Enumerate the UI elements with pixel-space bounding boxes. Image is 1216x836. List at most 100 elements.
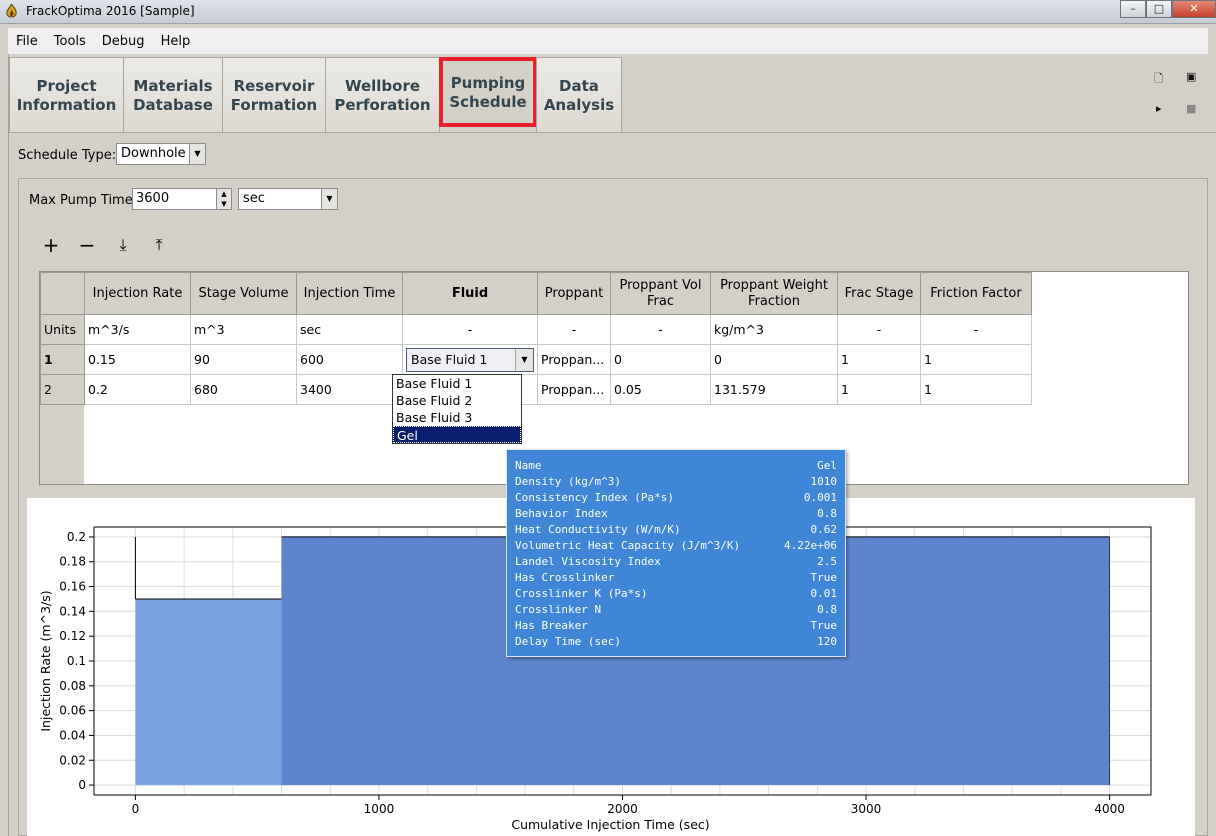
remove-row-icon[interactable]: −	[75, 235, 99, 257]
table-cell[interactable]: 1	[920, 344, 1032, 375]
tab-label-line1: Data	[559, 76, 599, 95]
tab-label-line2: Information	[16, 95, 117, 114]
tooltip-row: Density (kg/m^3) 1010	[515, 474, 837, 490]
dropdown-option-base-fluid-3[interactable]: Base Fluid 3	[393, 409, 521, 426]
header-frac-stage[interactable]: Frac Stage	[837, 272, 921, 315]
tooltip-value: True	[810, 571, 838, 584]
table-cell[interactable]: -	[537, 314, 611, 345]
spin-up-icon[interactable]: ▲	[216, 189, 231, 199]
tooltip-row: Volumetric Heat Capacity (J/m^3/K) 4.22e+…	[515, 538, 837, 554]
table-cell[interactable]: Proppan...	[537, 374, 611, 405]
table-cell[interactable]: m^3/s	[84, 314, 191, 345]
row-header[interactable]: 1	[40, 344, 85, 375]
header-injection-rate[interactable]: Injection Rate	[84, 272, 191, 315]
table-row: 1 0.15 90 600 Base Fluid 1 ▼ Proppan... …	[40, 344, 1032, 375]
table-cell[interactable]: -	[610, 314, 711, 345]
tab-data-analysis[interactable]: Data Analysis	[536, 57, 622, 133]
tooltip-row: Has Breaker True	[515, 618, 837, 634]
schedule-type-select[interactable]: Downhole ▼	[116, 143, 206, 165]
new-file-icon[interactable]: 🗋	[1154, 70, 1163, 89]
row-header[interactable]: 2	[40, 374, 85, 405]
table-cell[interactable]: 3400	[296, 374, 403, 405]
table-cell[interactable]: 0.05	[610, 374, 711, 405]
x-tick-label: 2000	[607, 802, 638, 816]
pump-time-unit-select[interactable]: sec ▼	[238, 188, 338, 210]
tooltip-value: 4.22e+06	[784, 539, 837, 552]
header-friction-factor[interactable]: Friction Factor	[920, 272, 1032, 315]
table-cell[interactable]: m^3	[190, 314, 297, 345]
fluid-dropdown-list: Base Fluid 1 Base Fluid 2 Base Fluid 3 G…	[392, 374, 522, 444]
fluid-cell[interactable]: Base Fluid 1 ▼	[402, 344, 538, 375]
menu-file[interactable]: File	[8, 34, 46, 49]
tooltip-row: Crosslinker N 0.8	[515, 602, 837, 618]
tab-bar: Project Information Materials Database Res…	[9, 57, 622, 133]
close-button[interactable]: ✕	[1172, 0, 1216, 18]
units-row-header: Units	[40, 314, 85, 345]
play-icon[interactable]: ▸	[1156, 102, 1162, 115]
header-proppant-weight-fraction[interactable]: Proppant Weight Fraction	[710, 272, 838, 315]
add-row-icon[interactable]: +	[39, 235, 63, 257]
max-pump-time-value: 3600	[136, 191, 170, 206]
minimize-button[interactable]: –	[1120, 0, 1146, 18]
tooltip-key: Has Crosslinker	[515, 571, 615, 584]
fluid-select[interactable]: Base Fluid 1 ▼	[406, 347, 534, 372]
header-injection-time[interactable]: Injection Time	[296, 272, 403, 315]
table-cell[interactable]: Proppan...	[537, 344, 611, 375]
tooltip-value: Gel	[817, 459, 837, 472]
x-tick-label: 0	[132, 802, 140, 816]
tab-wellbore-perforation[interactable]: Wellbore Perforation	[325, 57, 440, 133]
table-cell[interactable]: -	[837, 314, 921, 345]
table-cell[interactable]: 600	[296, 344, 403, 375]
menu-debug[interactable]: Debug	[94, 34, 153, 49]
table-cell[interactable]: -	[402, 314, 538, 345]
tooltip-key: Behavior Index	[515, 507, 608, 520]
table-cell[interactable]: 0.15	[84, 344, 191, 375]
tab-label-line2: Schedule	[449, 92, 527, 111]
dropdown-option-base-fluid-1[interactable]: Base Fluid 1	[393, 375, 521, 392]
table-cell[interactable]: -	[920, 314, 1032, 345]
tool-icon-group: 🗋 ▣ ▸ ■	[1152, 68, 1202, 118]
table-cell[interactable]: kg/m^3	[710, 314, 838, 345]
save-icon[interactable]: ▣	[1186, 70, 1196, 83]
stop-icon[interactable]: ■	[1186, 102, 1196, 115]
tab-project-information[interactable]: Project Information	[9, 57, 124, 133]
y-tick-label: 0.02	[59, 753, 86, 767]
y-tick-label: 0.04	[59, 728, 86, 742]
tooltip-value: 2.5	[817, 555, 837, 568]
table-cell[interactable]: 0.2	[84, 374, 191, 405]
import-icon[interactable]: ⤓	[111, 235, 135, 257]
maximize-button[interactable]: □	[1146, 0, 1172, 18]
menu-tools[interactable]: Tools	[46, 34, 94, 49]
header-proppant-vol-frac[interactable]: Proppant Vol Frac	[610, 272, 711, 315]
tooltip-key: Has Breaker	[515, 619, 588, 632]
max-pump-time-input[interactable]: 3600 ▲ ▼	[132, 188, 232, 210]
table-cell[interactable]: 680	[190, 374, 297, 405]
tooltip-value: True	[810, 619, 838, 632]
table-cell[interactable]: 0	[610, 344, 711, 375]
y-tick-label: 0.2	[67, 530, 86, 544]
tooltip-key: Delay Time (sec)	[515, 635, 621, 648]
dropdown-option-gel[interactable]: Gel	[393, 426, 521, 443]
header-fluid[interactable]: Fluid	[402, 272, 538, 315]
export-icon[interactable]: ⤒	[147, 235, 171, 257]
table-cell[interactable]: sec	[296, 314, 403, 345]
tab-reservoir-formation[interactable]: Reservoir Formation	[222, 57, 326, 133]
table-cell[interactable]: 1	[837, 374, 921, 405]
tab-materials-database[interactable]: Materials Database	[123, 57, 223, 133]
window-title: FrackOptima 2016 [Sample]	[26, 4, 195, 18]
table-cell[interactable]: 90	[190, 344, 297, 375]
header-stage-volume[interactable]: Stage Volume	[190, 272, 297, 315]
header-proppant[interactable]: Proppant	[537, 272, 611, 315]
table-cell[interactable]: 1	[920, 374, 1032, 405]
table-cell[interactable]: 0	[710, 344, 838, 375]
tooltip-row: Heat Conductivity (W/m/K) 0.62	[515, 522, 837, 538]
menu-help[interactable]: Help	[153, 34, 199, 49]
table-cell[interactable]: 131.579	[710, 374, 838, 405]
spin-down-icon[interactable]: ▼	[216, 199, 231, 209]
table-cell[interactable]: 1	[837, 344, 921, 375]
y-axis-label: Injection Rate (m^3/s)	[38, 590, 53, 731]
dropdown-option-base-fluid-2[interactable]: Base Fluid 2	[393, 392, 521, 409]
tooltip-key: Name	[515, 459, 542, 472]
tab-divider	[9, 132, 1216, 133]
tab-pumping-schedule[interactable]: Pumping Schedule	[439, 57, 537, 127]
